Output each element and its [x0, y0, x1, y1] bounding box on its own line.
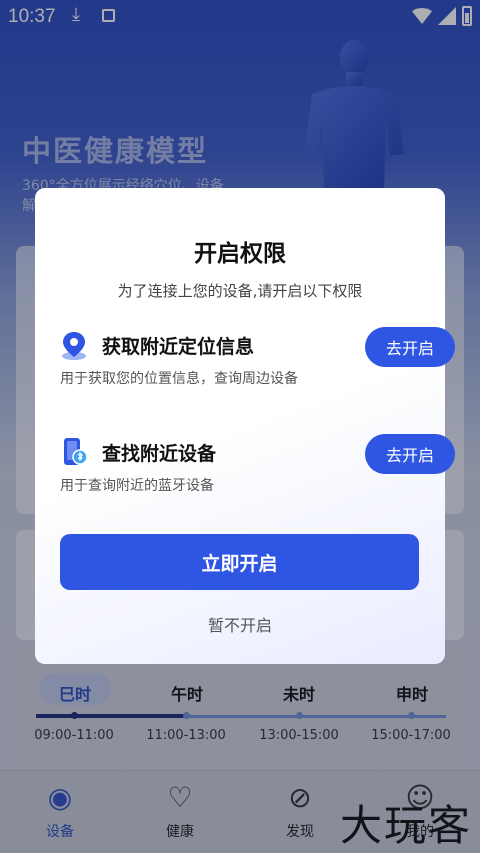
permission-title: 查找附近设备	[102, 443, 217, 465]
enable-now-button[interactable]: 立即开启	[60, 534, 419, 590]
enable-location-button[interactable]: 去开启	[365, 327, 455, 367]
permission-dialog: 开启权限 为了连接上您的设备,请开启以下权限 获取附近定位信息 用于获取您的位置…	[35, 188, 455, 664]
permission-description: 用于获取您的位置信息，查询周边设备	[60, 371, 298, 387]
permission-title: 获取附近定位信息	[102, 336, 255, 358]
permission-bluetooth: 查找附近设备 用于查询附近的蓝牙设备 去开启	[60, 434, 455, 501]
dialog-subtitle: 为了连接上您的设备,请开启以下权限	[117, 282, 363, 300]
location-pin-icon	[62, 332, 86, 360]
enable-bluetooth-button[interactable]: 去开启	[365, 434, 455, 474]
permission-location: 获取附近定位信息 用于获取您的位置信息，查询周边设备 去开启	[60, 327, 455, 410]
dialog-title: 开启权限	[194, 241, 286, 267]
bluetooth-phone-icon	[64, 438, 88, 465]
permission-description: 用于查询附近的蓝牙设备	[60, 478, 214, 494]
not-now-button[interactable]: 暂不开启	[35, 612, 445, 636]
